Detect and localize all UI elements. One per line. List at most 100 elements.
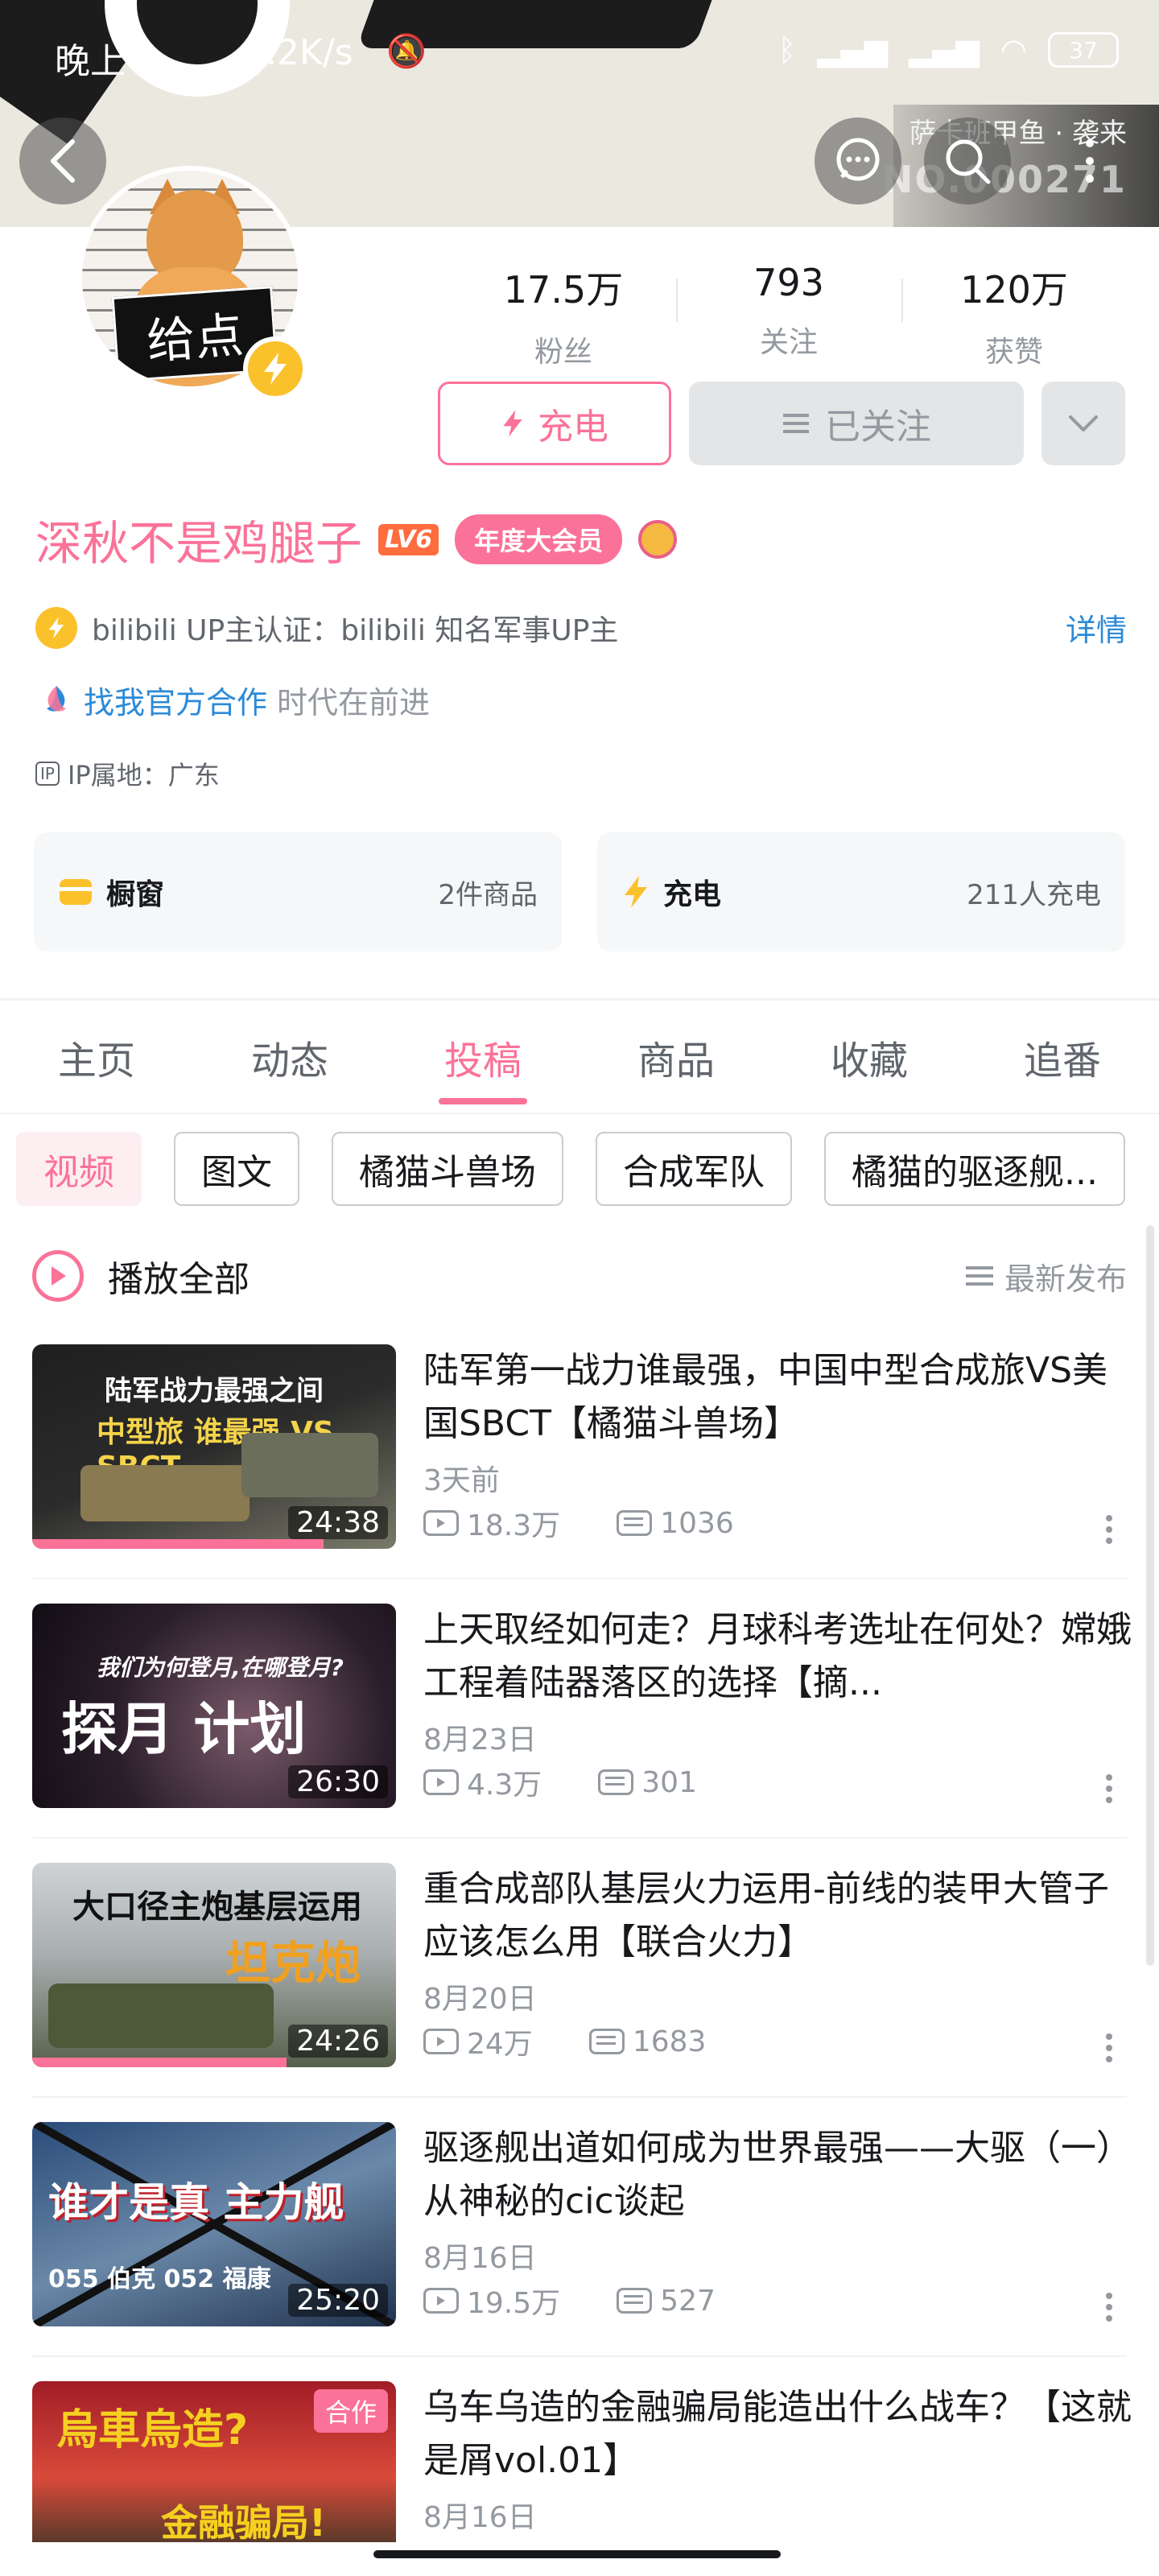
video-more-icon[interactable]: [1093, 2283, 1125, 2331]
list-divider: [32, 2096, 1127, 2098]
search-button[interactable]: [924, 118, 1011, 204]
play-count-value: 18.3万: [467, 1509, 561, 1542]
tab-goods[interactable]: 商品: [580, 1016, 773, 1113]
video-item[interactable]: 谁才是真 主力舰 055 伯克 052 福康 25:20 驱逐舰出道如何成为世界…: [32, 2122, 1132, 2363]
danmaku-icon: [617, 1510, 653, 1536]
play-count: 18.3万: [423, 1502, 560, 1544]
charge-button[interactable]: 充电: [438, 382, 671, 465]
list-divider: [32, 1578, 1127, 1579]
cooperation-link[interactable]: 找我官方合作: [84, 678, 267, 722]
video-duration: 26:30: [288, 1765, 388, 1798]
video-thumbnail[interactable]: 谁才是真 主力舰 055 伯克 052 福康 25:20: [32, 2122, 396, 2326]
sort-icon: [965, 1266, 993, 1286]
video-more-icon[interactable]: [1093, 1765, 1125, 1813]
sort-label: 最新发布: [1004, 1261, 1127, 1297]
video-item[interactable]: 陆军战力最强之间 中型旅 谁最强 VS SBCT 24:38 陆军第一战力谁最强…: [32, 1344, 1127, 1586]
showcase-card[interactable]: 橱窗 2件商品: [34, 832, 562, 952]
video-title[interactable]: 陆军第一战力谁最强，中国中型合成旅VS美国SBCT【橘猫斗兽场】: [423, 1344, 1132, 1451]
video-duration: 24:26: [288, 2025, 388, 2058]
chip-series[interactable]: 橘猫斗兽场: [332, 1132, 563, 1206]
play-circle-icon[interactable]: [32, 1250, 84, 1302]
thumbnail-vehicle: [80, 1465, 250, 1521]
thumbnail-text: 金融骗局!: [161, 2501, 326, 2542]
video-stats: 24万 1683: [423, 2021, 706, 2062]
shop-window-icon: [60, 879, 92, 905]
danmaku-count: 301: [598, 1766, 697, 1799]
video-item[interactable]: 烏車烏造? 金融骗局! 合作 乌车乌造的金融骗局能造出什么战车？【这就是屑vol…: [32, 2381, 1132, 2576]
home-indicator[interactable]: [373, 2550, 781, 2558]
certification-text: bilibili UP主认证：bilibili 知名军事UP主: [92, 613, 619, 647]
video-duration: 25:20: [288, 2284, 388, 2317]
stat-label: 获赞: [984, 336, 1043, 369]
bluetooth-icon: ᛒ: [777, 32, 797, 68]
thumbnail-text: 我们为何登月,在哪登月?: [97, 1654, 344, 1681]
video-title[interactable]: 上天取经如何走？月球科考选址在何处？嫦娥工程着陆器落区的选择【摘...: [423, 1604, 1132, 1710]
video-thumbnail[interactable]: 我们为何登月,在哪登月? 探月 计划 26:30: [32, 1604, 396, 1808]
lightning-icon: [503, 410, 522, 437]
sort-button[interactable]: 最新发布: [965, 1254, 1127, 1298]
tab-bangumi[interactable]: 追番: [966, 1016, 1159, 1113]
menu-icon: [783, 414, 809, 433]
thumbnail-vehicle: [241, 1433, 378, 1497]
video-title[interactable]: 驱逐舰出道如何成为世界最强——大驱（一）从神秘的cic谈起: [423, 2122, 1132, 2228]
charge-card-count: 211人充电: [967, 878, 1101, 911]
video-thumbnail[interactable]: 烏車烏造? 金融骗局! 合作: [32, 2381, 396, 2542]
play-all-button[interactable]: 播放全部: [108, 1250, 250, 1302]
certification-detail-link[interactable]: 详情: [1066, 605, 1127, 650]
play-count-icon: [423, 2288, 459, 2314]
video-thumbnail[interactable]: 大口径主炮基层运用 坦克炮 24:26: [32, 1863, 396, 2067]
chip-video[interactable]: 视频: [16, 1132, 142, 1206]
video-title[interactable]: 乌车乌造的金融骗局能造出什么战车？【这就是屑vol.01】: [423, 2381, 1132, 2487]
video-date: 8月16日: [423, 2242, 537, 2275]
chat-bubble-icon: [836, 138, 880, 181]
status-net-speed: .2K/s: [266, 32, 353, 73]
stat-following[interactable]: 793 关注: [676, 256, 901, 361]
video-item[interactable]: 我们为何登月,在哪登月? 探月 计划 26:30 上天取经如何走？月球科考选址在…: [32, 1604, 1132, 1845]
video-title[interactable]: 重合成部队基层火力运用-前线的装甲大管子应该怎么用【联合火力】: [423, 1863, 1132, 1969]
thumbnail-text: 探月 计划: [61, 1696, 307, 1762]
certification-row: bilibili UP主认证：bilibili 知名军事UP主 详情: [35, 605, 1127, 650]
video-item[interactable]: 大口径主炮基层运用 坦克炮 24:26 重合成部队基层火力运用-前线的装甲大管子…: [32, 1863, 1127, 2104]
stat-fans[interactable]: 17.5万 粉丝: [451, 256, 676, 369]
more-button[interactable]: [1046, 118, 1133, 204]
video-date: 8月16日: [423, 2501, 537, 2534]
danmaku-icon: [617, 2288, 653, 2314]
play-count-value: 4.3万: [467, 1769, 542, 1802]
tab-home[interactable]: 主页: [0, 1016, 193, 1113]
tab-uploads[interactable]: 投稿: [386, 1016, 580, 1113]
thumbnail-vehicle: [48, 1984, 274, 2048]
status-right: ᛒ ▂▄▆ ▂▄▆ ◠ 37: [778, 32, 1119, 68]
play-count: 24万: [423, 2021, 533, 2062]
vip-badge[interactable]: 年度大会员: [455, 514, 623, 564]
play-count-icon: [423, 1510, 459, 1536]
video-duration: 24:38: [288, 1506, 388, 1539]
scrollbar[interactable]: [1146, 1225, 1154, 1966]
video-more-icon[interactable]: [1093, 1505, 1125, 1554]
list-divider: [32, 1837, 1127, 1839]
tab-dynamic[interactable]: 动态: [193, 1016, 386, 1113]
video-date: 8月23日: [423, 1724, 537, 1757]
chip-series[interactable]: 橘猫的驱逐舰...: [824, 1132, 1125, 1206]
charge-card-title: 充电: [663, 878, 722, 911]
chip-article[interactable]: 图文: [174, 1132, 299, 1206]
recommend-dropdown-button[interactable]: [1041, 382, 1125, 465]
bell-off-icon: 🔕: [386, 33, 427, 70]
thumbnail-text: 坦克炮: [225, 1938, 361, 1990]
danmaku-count: 1036: [617, 1507, 734, 1540]
section-divider: [0, 998, 1159, 1001]
lightning-icon: [625, 876, 647, 908]
video-more-icon[interactable]: [1093, 2024, 1125, 2072]
charge-card[interactable]: 充电 211人充电: [597, 832, 1125, 952]
followed-button[interactable]: 已关注: [689, 382, 1024, 465]
chip-series[interactable]: 合成军队: [596, 1132, 792, 1206]
message-button[interactable]: [815, 118, 901, 204]
medal-icon[interactable]: [638, 520, 678, 559]
search-icon: [946, 139, 991, 184]
thumbnail-text: 烏車烏造?: [56, 2406, 249, 2454]
thumbnail-text: 谁才是真 主力舰: [48, 2179, 344, 2226]
stat-likes[interactable]: 120万 获赞: [901, 256, 1127, 369]
tab-favorites[interactable]: 收藏: [773, 1016, 966, 1113]
status-bar: 晚上 .2K/s 🔕 ᛒ ▂▄▆ ▂▄▆ ◠ 37: [0, 0, 1159, 105]
video-thumbnail[interactable]: 陆军战力最强之间 中型旅 谁最强 VS SBCT 24:38: [32, 1344, 396, 1549]
video-date: 8月20日: [423, 1983, 537, 2016]
